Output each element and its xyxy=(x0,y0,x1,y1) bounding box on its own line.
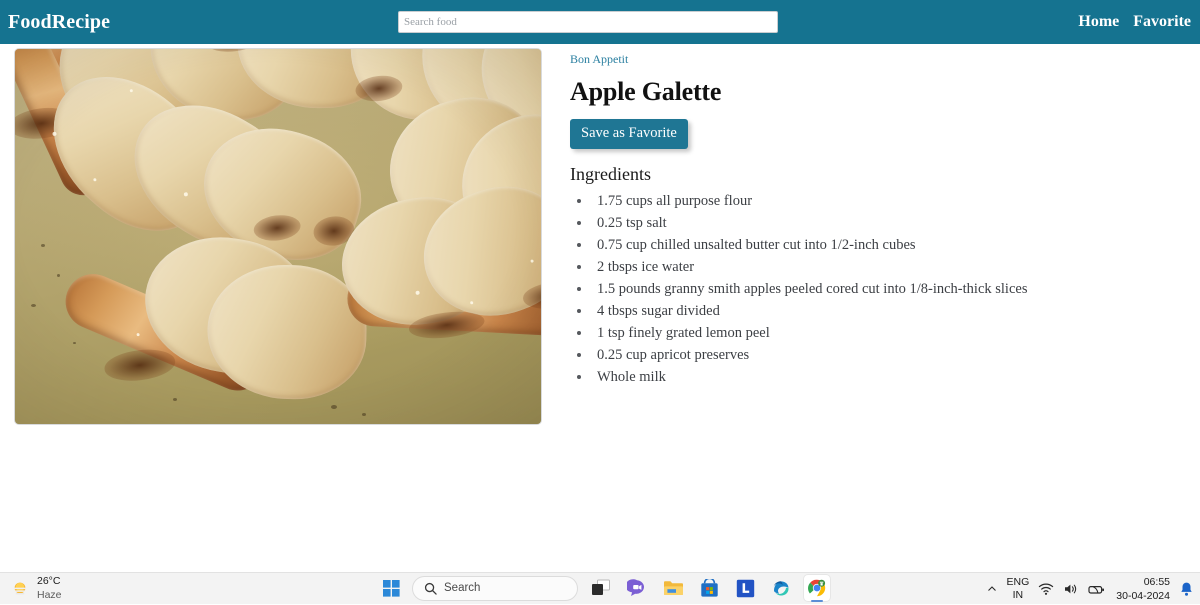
list-item: 0.25 cup apricot preserves xyxy=(570,344,1185,366)
language-indicator[interactable]: ENG IN xyxy=(1007,577,1030,601)
list-item: 2 tbsps ice water xyxy=(570,256,1185,278)
task-view-icon[interactable] xyxy=(588,575,614,601)
weather-text: 26°C Haze xyxy=(37,576,62,601)
taskbar-weather-widget[interactable]: 26°C Haze xyxy=(10,576,62,601)
search-container xyxy=(398,11,778,33)
sun-haze-icon xyxy=(13,582,27,594)
recipe-detail: Bon Appetit Apple Galette Save as Favori… xyxy=(570,44,1185,388)
weather-condition: Haze xyxy=(37,589,62,601)
chat-icon[interactable] xyxy=(624,575,650,601)
weather-temperature: 26°C xyxy=(37,575,61,587)
battery-icon[interactable] xyxy=(1088,583,1105,596)
chrome-icon[interactable] xyxy=(804,575,830,602)
page-title: Apple Galette xyxy=(570,77,722,106)
system-tray: ENG IN 06:55 30-04-2024 xyxy=(986,573,1194,605)
volume-icon[interactable] xyxy=(1063,582,1079,596)
edge-icon[interactable] xyxy=(768,575,794,601)
bell-icon[interactable] xyxy=(1179,581,1194,597)
search-input[interactable] xyxy=(398,11,778,33)
main-content: Bon Appetit Apple Galette Save as Favori… xyxy=(0,44,1200,572)
nav-link-home[interactable]: Home xyxy=(1078,13,1119,31)
list-item: Whole milk xyxy=(570,366,1185,388)
taskbar-apps xyxy=(588,575,830,602)
wifi-icon[interactable] xyxy=(1038,582,1054,596)
windows-start-icon xyxy=(382,579,400,597)
lambdatest-icon[interactable] xyxy=(732,575,758,601)
list-item: 1 tsp finely grated lemon peel xyxy=(570,322,1185,344)
language-primary: ENG xyxy=(1006,576,1030,588)
ingredients-heading: Ingredients xyxy=(570,164,651,184)
clock-date: 30-04-2024 xyxy=(1116,589,1170,602)
taskbar-search-box[interactable]: Search xyxy=(412,575,578,601)
chevron-up-icon[interactable] xyxy=(986,583,998,595)
start-button[interactable] xyxy=(378,575,404,601)
windows-taskbar: 26°C Haze Search ENG IN 06:55 30-04-2024 xyxy=(0,572,1200,604)
taskbar-search-label: Search xyxy=(444,582,481,594)
recipe-source-link[interactable]: Bon Appetit xyxy=(570,52,628,67)
taskbar-center: Search xyxy=(378,575,578,601)
nav-link-favorite[interactable]: Favorite xyxy=(1133,13,1191,31)
list-item: 1.5 pounds granny smith apples peeled co… xyxy=(570,278,1185,300)
list-item: 4 tbsps sugar divided xyxy=(570,300,1185,322)
recipe-photo-canvas xyxy=(15,49,541,424)
clock-time: 06:55 xyxy=(1143,575,1170,588)
brand-logo[interactable]: FoodRecipe xyxy=(8,11,110,34)
photo-vignette xyxy=(15,49,541,424)
chrome-active-indicator xyxy=(811,599,823,602)
save-as-favorite-button[interactable]: Save as Favorite xyxy=(570,119,688,149)
list-item: 0.75 cup chilled unsalted butter cut int… xyxy=(570,234,1185,256)
list-item: 0.25 tsp salt xyxy=(570,212,1185,234)
file-explorer-icon[interactable] xyxy=(660,575,686,601)
list-item: 1.75 cups all purpose flour xyxy=(570,190,1185,212)
top-navbar: FoodRecipe Home Favorite xyxy=(0,0,1200,44)
search-icon xyxy=(424,582,437,595)
nav-links: Home Favorite xyxy=(1078,13,1191,31)
taskbar-clock[interactable]: 06:55 30-04-2024 xyxy=(1116,575,1170,602)
language-secondary: IN xyxy=(1012,589,1024,601)
microsoft-store-icon[interactable] xyxy=(696,575,722,601)
recipe-image xyxy=(14,48,542,425)
ingredients-list: 1.75 cups all purpose flour 0.25 tsp sal… xyxy=(570,190,1185,388)
